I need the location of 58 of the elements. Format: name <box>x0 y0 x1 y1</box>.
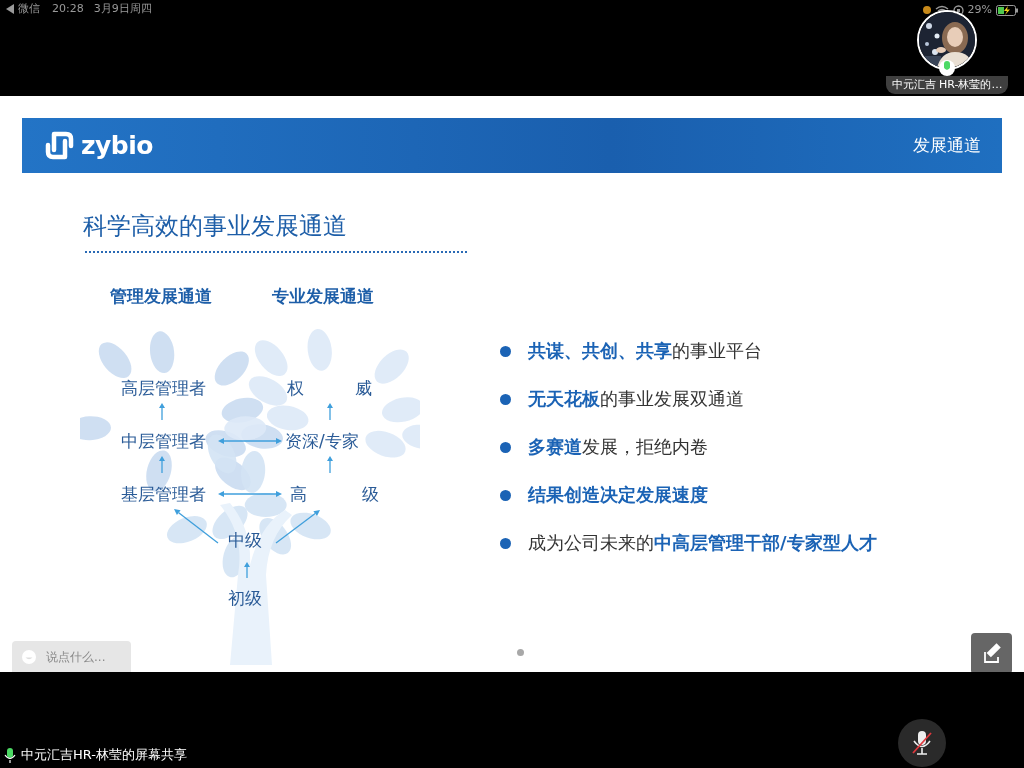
leaf <box>290 512 331 540</box>
leaf <box>166 516 207 544</box>
bullet-icon <box>500 489 511 501</box>
up-arrow <box>244 562 250 579</box>
double-arrow <box>218 491 282 497</box>
bullet-text: 成为公司未来的中高层管理干部/专家型人才 <box>528 531 877 555</box>
diagonal-arrow <box>174 509 219 544</box>
up-arrow <box>327 456 333 474</box>
leaf <box>248 376 288 406</box>
node-label: 初级 <box>228 587 262 609</box>
node-label: 高层管理者 <box>121 377 206 399</box>
leaf <box>149 331 175 374</box>
bullet-text: 结果创造决定发展速度 <box>528 483 708 507</box>
presenter-name-label: 中元汇吉 HR-林莹的… <box>885 76 1009 94</box>
track-heading: 管理发展通道 <box>110 285 212 308</box>
slide-title: 科学高效的事业发展通道 <box>82 211 348 241</box>
page-indicator-dot[interactable] <box>517 649 524 656</box>
diagonal-arrow <box>275 510 320 544</box>
node-label: 高 级 <box>290 483 380 505</box>
bullet-icon <box>500 393 511 405</box>
bullet-icon <box>500 441 511 453</box>
node-label: 中层管理者 <box>121 430 206 452</box>
microphone-button[interactable] <box>898 719 946 767</box>
bullet-text: 无天花板的事业发展双通道 <box>528 387 744 411</box>
leaf <box>374 349 409 384</box>
leaf <box>266 405 309 431</box>
comment-field[interactable]: 说点什么... <box>12 641 131 672</box>
leaf <box>307 329 332 371</box>
bullet-text: 共谋、共创、共享的事业平台 <box>528 339 762 363</box>
section-title: 发展通道 <box>913 134 981 157</box>
status-date: 3月9日周四 <box>93 2 152 16</box>
annotate-button[interactable] <box>971 633 1012 672</box>
microphone-icon <box>4 747 16 763</box>
leaf <box>254 340 288 376</box>
track-heading: 专业发展通道 <box>272 285 374 308</box>
node-label: 权 威 <box>287 377 373 399</box>
up-arrow <box>159 403 165 421</box>
up-arrow <box>327 403 333 421</box>
leaf <box>214 351 249 386</box>
node-label: 资深/专家 <box>285 430 359 452</box>
battery-percent: 29% <box>967 3 992 17</box>
indicator-dot-icon <box>922 6 931 14</box>
node-label: 中级 <box>228 529 262 551</box>
leaf <box>98 342 132 378</box>
muted-microphone-icon <box>910 730 934 756</box>
double-arrow <box>218 438 282 444</box>
leaf <box>80 416 111 441</box>
up-arrow <box>159 456 165 474</box>
status-time: 20:28 <box>52 2 84 16</box>
bullet-icon <box>500 345 511 357</box>
bullet-icon <box>500 537 511 549</box>
back-app-label[interactable]: 微信 <box>18 2 40 16</box>
node-label: 基层管理者 <box>121 483 206 505</box>
logo-wordmark: zybio <box>81 131 153 160</box>
back-icon[interactable] <box>6 4 14 14</box>
bullet-text: 多赛道发展，拒绝内卷 <box>528 435 708 459</box>
screen-share-label: 中元汇吉HR-林莹的屏幕共享 <box>21 746 187 764</box>
logo-icon <box>44 130 75 161</box>
